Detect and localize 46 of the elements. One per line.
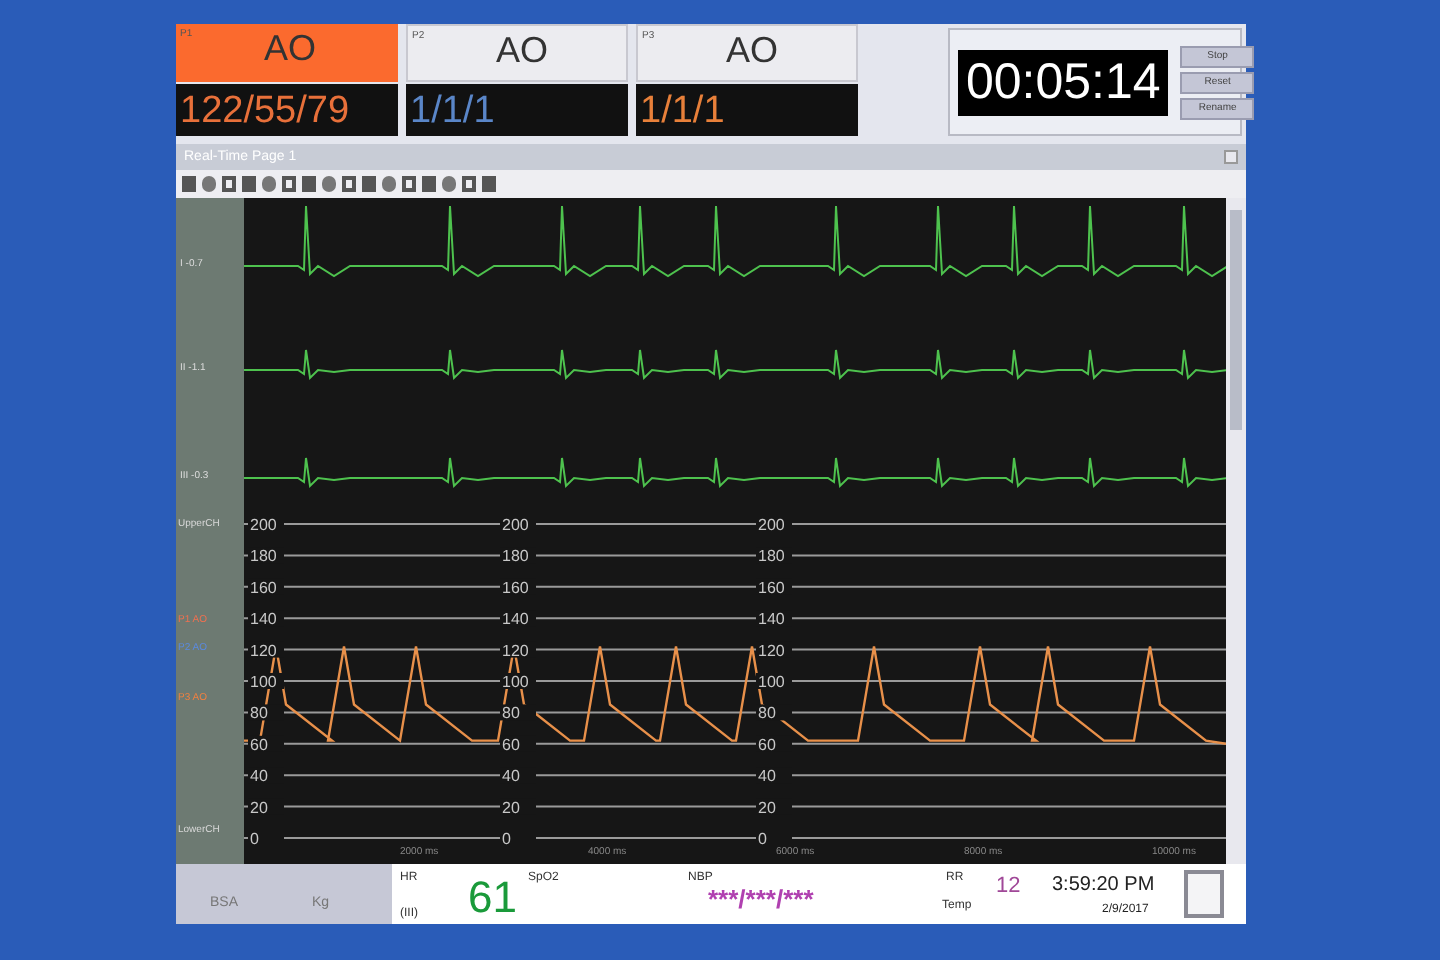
channel-value: 122/55/79 [180, 91, 350, 129]
axis-label: 120 [758, 642, 785, 661]
axis-label: 0 [250, 830, 259, 849]
elapsed-timer: 00:05:14 [958, 49, 1169, 115]
axis-label: 100 [758, 673, 785, 692]
axis-label: 120 [502, 642, 529, 661]
clock-time: 3:59:20 PM [1052, 872, 1155, 901]
channel-name: AO [496, 32, 549, 68]
axis-label: 40 [250, 767, 268, 786]
axis-label: 120 [250, 642, 277, 661]
axis-label: 160 [758, 579, 785, 598]
axis-label: 200 [502, 516, 529, 535]
axis-label: 40 [502, 767, 520, 786]
axis-label: 80 [502, 704, 520, 723]
axis-label: 20 [502, 799, 520, 818]
axis-label: 140 [758, 610, 785, 629]
axis-label: 100 [502, 673, 529, 692]
axis-label: 160 [502, 579, 529, 598]
channel-name: AO [264, 30, 317, 66]
axis-label: 0 [758, 830, 767, 849]
axis-label: 100 [250, 673, 277, 692]
heart-rate-value: 61 [468, 876, 517, 921]
axis-label: 160 [250, 579, 277, 598]
respiration-rate-value: 12 [996, 872, 1021, 903]
axis-label: 80 [758, 704, 776, 723]
axis-label: 180 [758, 547, 785, 566]
axis-label: 180 [250, 547, 277, 566]
scroll-bar[interactable] [1226, 198, 1246, 865]
axis-label: 60 [250, 736, 268, 755]
axis-label: 200 [758, 516, 785, 535]
axis-label: 140 [250, 610, 277, 629]
square-button[interactable] [1184, 870, 1224, 919]
axis-label: 140 [502, 610, 529, 629]
channel-value: 1/1/1 [640, 91, 725, 129]
axis-label: 200 [250, 516, 277, 535]
axis-label: 80 [250, 704, 268, 723]
channel-value: 1/1/1 [410, 91, 495, 129]
axis-label: 20 [250, 799, 268, 818]
axis-label: 60 [502, 736, 520, 755]
axis-label: 60 [758, 736, 776, 755]
nbp-value: ***/***/*** [708, 882, 814, 919]
channel-name: AO [726, 32, 779, 68]
axis-label: 40 [758, 767, 776, 786]
axis-label: 0 [502, 830, 511, 849]
axis-label: 180 [502, 547, 529, 566]
axis-label: 20 [758, 799, 776, 818]
